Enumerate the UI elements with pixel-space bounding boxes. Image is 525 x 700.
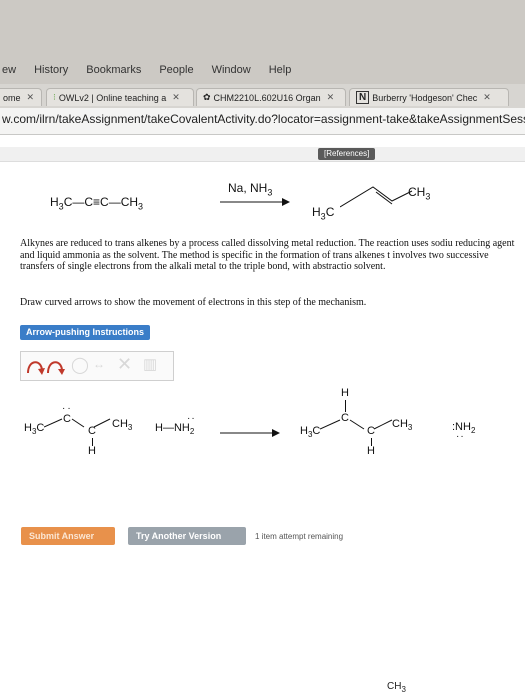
mech-right-bonds bbox=[320, 419, 393, 430]
c-h-bond bbox=[345, 400, 346, 412]
bottom-ch3-label: CH3 bbox=[387, 681, 406, 694]
close-icon[interactable]: ✕ bbox=[327, 92, 335, 103]
tab-label: CHM2210L.602U16 Organ bbox=[213, 92, 321, 103]
close-icon[interactable]: ✕ bbox=[172, 92, 180, 103]
lone-pair-dots: ·· bbox=[456, 431, 465, 442]
mech-left-c2: C bbox=[88, 425, 96, 437]
browser-menubar: ew History Bookmarks People Window Help bbox=[0, 0, 525, 84]
trash-icon[interactable]: ▥ bbox=[143, 355, 157, 373]
mech-left-ch3: CH3 bbox=[112, 418, 133, 433]
menu-window[interactable]: Window bbox=[212, 64, 251, 80]
close-icon[interactable]: ✕ bbox=[483, 92, 491, 103]
curved-arrow-full-icon[interactable] bbox=[25, 356, 47, 376]
mech-left-c1: C bbox=[63, 413, 71, 425]
attempt-remaining-text: 1 item attempt remaining bbox=[255, 532, 344, 541]
product-ch3: CH3 bbox=[408, 185, 431, 202]
submit-answer-button[interactable]: Submit Answer bbox=[21, 527, 115, 545]
nordstrom-logo-icon: N bbox=[356, 91, 370, 104]
url-text: w.com/ilrn/takeAssignment/takeCovalentAc… bbox=[2, 112, 525, 126]
favicon-icon: ✿ bbox=[203, 92, 211, 102]
mech-left-h3c: H3C bbox=[24, 422, 45, 437]
arrow-toolbox: ◯ ↔ ✕ ▥ bbox=[20, 351, 174, 381]
description-paragraph: Alkynes are reduced to trans alkenes by … bbox=[20, 238, 515, 272]
references-bar: [References] bbox=[0, 147, 525, 162]
atom-icon[interactable]: ◯ bbox=[71, 355, 89, 375]
mech-right-h-top: H bbox=[341, 387, 349, 399]
tab-chm2210[interactable]: ✿ CHM2210L.602U16 Organ ✕ bbox=[196, 88, 346, 106]
menu-help[interactable]: Help bbox=[269, 64, 292, 80]
mech-h-nh2: H—NH2 bbox=[155, 422, 195, 437]
tab-label: Burberry 'Hodgeson' Chec bbox=[372, 92, 478, 103]
curved-arrow-half-icon[interactable] bbox=[45, 356, 67, 376]
menu-items: ew History Bookmarks People Window Help bbox=[0, 64, 291, 80]
mechanism-arrow bbox=[220, 429, 280, 437]
menu-bookmarks[interactable]: Bookmarks bbox=[86, 64, 141, 80]
double-arrow-icon[interactable]: ↔ bbox=[93, 357, 105, 371]
tab-label: OWLv2 | Online teaching a bbox=[58, 92, 167, 103]
mech-right-c2: C bbox=[367, 425, 375, 437]
tab-bar: ome ✕ ⁝ OWLv2 | Online teaching a ✕ ✿ CH… bbox=[0, 84, 525, 109]
arrow-pushing-instructions-button[interactable]: Arrow-pushing Instructions bbox=[20, 325, 150, 340]
close-icon[interactable]: ✕ bbox=[27, 92, 35, 103]
mech-left-bonds bbox=[44, 418, 111, 428]
mech-right-h3c: H3C bbox=[300, 425, 321, 440]
menu-history[interactable]: History bbox=[34, 64, 68, 80]
tab-owlv2[interactable]: ⁝ OWLv2 | Online teaching a ✕ bbox=[46, 88, 194, 106]
address-bar[interactable]: w.com/ilrn/takeAssignment/takeCovalentAc… bbox=[0, 108, 525, 135]
reagents-label: Na, NH3 bbox=[228, 181, 273, 198]
reactant-formula: H3C—C≡C—CH3 bbox=[50, 195, 144, 212]
mech-right-ch3: CH3 bbox=[392, 418, 413, 433]
mech-right-h: H bbox=[367, 445, 375, 457]
menu-people[interactable]: People bbox=[159, 64, 193, 80]
reaction-arrow bbox=[220, 198, 290, 206]
lone-pair-dots: ·· bbox=[187, 413, 196, 424]
mech-left-h: H bbox=[88, 445, 96, 457]
page-content: [References] H3C—C≡C—CH3 Na, NH3 H3C CH3… bbox=[0, 135, 525, 700]
menu-view[interactable]: ew bbox=[2, 64, 16, 80]
try-another-version-button[interactable]: Try Another Version bbox=[128, 527, 246, 545]
product-h3c: H3C bbox=[312, 205, 335, 222]
delete-x-icon[interactable]: ✕ bbox=[117, 354, 132, 375]
tab-home[interactable]: ome ✕ bbox=[0, 88, 42, 106]
references-button[interactable]: [References] bbox=[318, 148, 376, 160]
lone-pair-dots: ·· bbox=[62, 403, 73, 414]
tab-label: ome bbox=[3, 92, 21, 103]
tab-burberry[interactable]: N Burberry 'Hodgeson' Chec ✕ bbox=[349, 88, 509, 106]
instruction-paragraph: Draw curved arrows to show the movement … bbox=[20, 297, 367, 308]
favicon-icon: ⁝ bbox=[53, 92, 56, 102]
